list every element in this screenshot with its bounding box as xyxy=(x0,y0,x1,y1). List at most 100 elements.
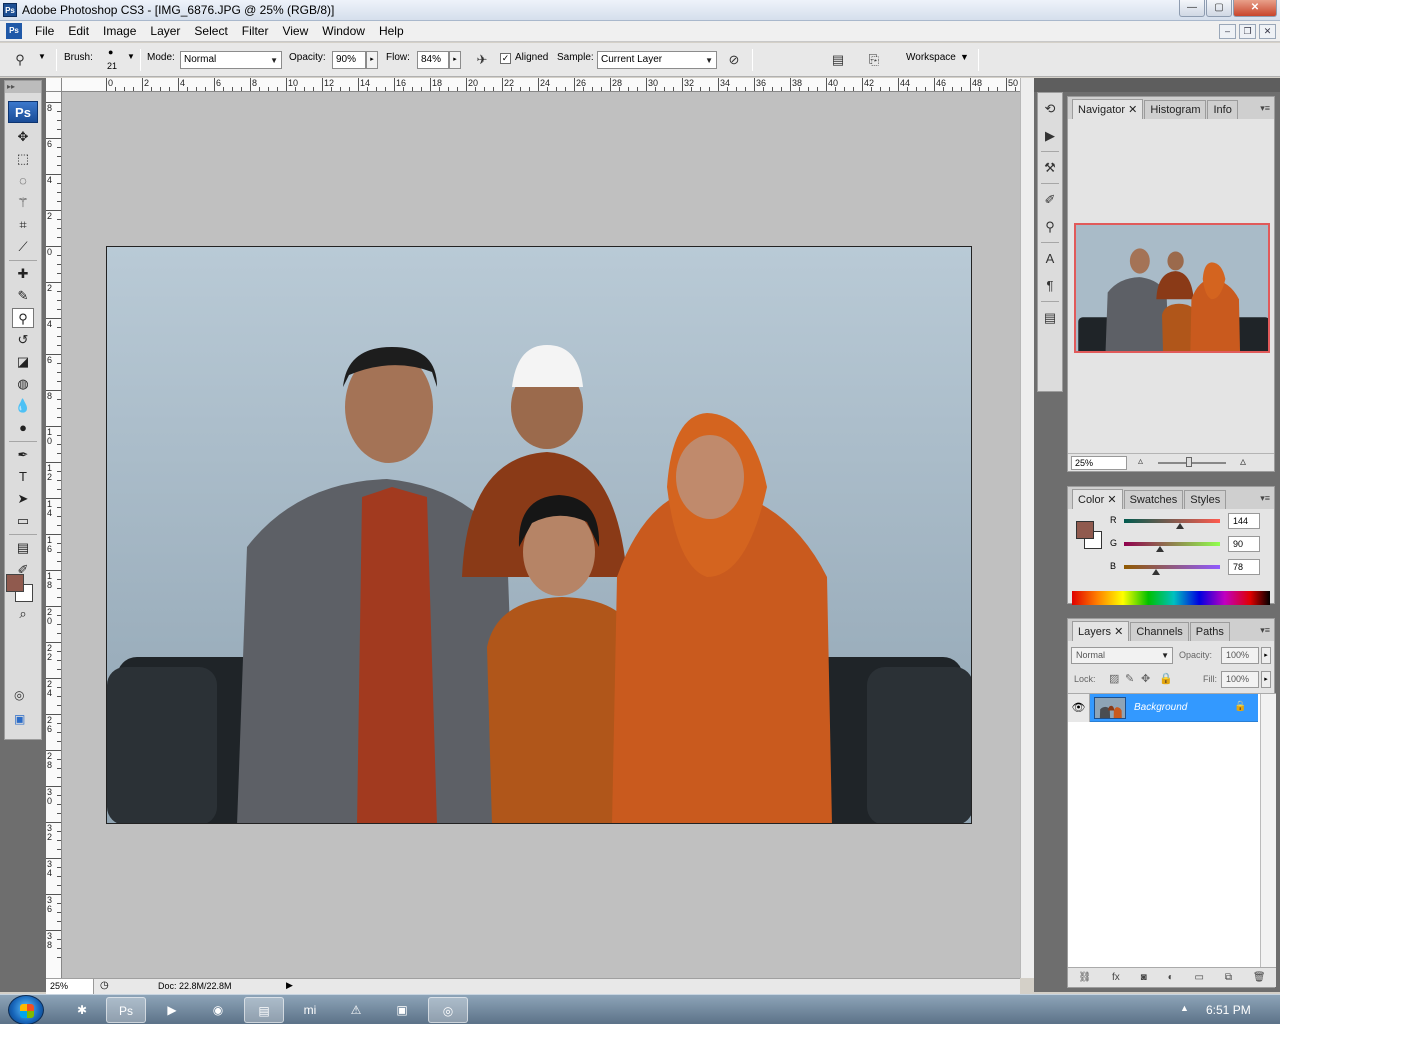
type-tool-icon[interactable]: T xyxy=(12,467,34,487)
tab-layers[interactable]: Layers ✕ xyxy=(1072,621,1130,641)
crop-tool-icon[interactable]: ⌗ xyxy=(12,215,34,235)
opacity-slider-button[interactable]: ▸ xyxy=(366,51,378,69)
link-layers-icon[interactable]: ⛓ xyxy=(1078,972,1091,983)
menu-edit[interactable]: Edit xyxy=(61,21,96,41)
character-icon[interactable]: A xyxy=(1040,248,1060,270)
menu-select[interactable]: Select xyxy=(187,21,234,41)
brushes-icon[interactable]: ✐ xyxy=(1040,189,1060,211)
document-close-button[interactable]: ✕ xyxy=(1259,24,1276,39)
delete-layer-icon[interactable]: 🗑 xyxy=(1253,972,1266,983)
foreground-color-swatch[interactable] xyxy=(6,574,24,592)
visibility-eye-icon[interactable]: 👁 xyxy=(1068,694,1090,722)
lasso-tool-icon[interactable]: ◌ xyxy=(12,171,34,191)
layer-mask-icon[interactable]: ◙ xyxy=(1141,972,1147,983)
paragraph-icon[interactable]: ¶ xyxy=(1040,275,1060,297)
menu-filter[interactable]: Filter xyxy=(235,21,276,41)
maximize-button[interactable]: ▢ xyxy=(1206,0,1232,17)
horizontal-ruler[interactable]: 0 2 4 6 8 10 12 14 16 18 20 22 24 26 28 30 32 34 36 38 40 42 4… xyxy=(62,78,1020,92)
zoom-out-icon[interactable]: ▵ xyxy=(1138,456,1143,467)
slice-tool-icon[interactable]: ⟋ xyxy=(12,237,34,257)
file-explorer-icon[interactable]: ▤ xyxy=(244,997,284,1023)
color-panel-foreground-swatch[interactable] xyxy=(1076,521,1094,539)
mi-app-icon[interactable]: mi xyxy=(290,997,330,1023)
mode-select[interactable]: Normal ▼ xyxy=(180,51,282,69)
document-minimize-button[interactable]: – xyxy=(1219,24,1236,39)
screen-capture-icon[interactable]: ▣ xyxy=(382,997,422,1023)
green-slider[interactable] xyxy=(1124,542,1220,546)
brush-dot-icon[interactable]: ● xyxy=(108,47,113,57)
zoom-in-icon[interactable]: ▵ xyxy=(1240,454,1246,468)
marquee-tool-icon[interactable]: ⬚ xyxy=(12,149,34,169)
canvas-area[interactable] xyxy=(62,92,1020,978)
tab-histogram[interactable]: Histogram xyxy=(1144,100,1207,119)
bluetooth-icon[interactable]: ✱ xyxy=(62,997,102,1023)
tab-swatches[interactable]: Swatches xyxy=(1123,490,1184,509)
menu-window[interactable]: Window xyxy=(315,21,372,41)
paint-bucket-tool-icon[interactable]: ◍ xyxy=(12,374,34,394)
pen-tool-icon[interactable]: ✒ xyxy=(12,445,34,465)
screen-mode-icon[interactable]: ▣ xyxy=(14,712,25,726)
status-menu-arrow-icon[interactable]: ▶ xyxy=(286,980,293,991)
layer-opacity-slider-button[interactable]: ▸ xyxy=(1261,647,1271,664)
tab-color[interactable]: Color ✕ xyxy=(1072,489,1123,509)
blur-tool-icon[interactable]: 💧 xyxy=(12,396,34,416)
navigator-zoom-slider[interactable] xyxy=(1158,462,1226,464)
lock-position-icon[interactable]: ✥ xyxy=(1141,672,1150,685)
new-group-icon[interactable]: ▭ xyxy=(1195,972,1204,983)
status-info-icon[interactable]: ◷ xyxy=(100,980,109,991)
eraser-tool-icon[interactable]: ◪ xyxy=(12,352,34,372)
clock[interactable]: 6:51 PM xyxy=(1206,1003,1251,1017)
ruler-origin[interactable] xyxy=(46,78,62,92)
status-zoom-input[interactable]: 25% xyxy=(46,979,94,994)
workspace-button[interactable]: Workspace xyxy=(906,52,956,63)
navigator-zoom-handle[interactable] xyxy=(1186,457,1192,467)
start-button[interactable] xyxy=(8,995,44,1024)
move-tool-icon[interactable]: ✥ xyxy=(12,127,34,147)
lock-all-icon[interactable]: 🔒 xyxy=(1159,672,1173,685)
tab-channels[interactable]: Channels xyxy=(1130,622,1189,641)
clone-source-icon[interactable]: ⚲ xyxy=(1040,216,1060,238)
history-icon[interactable]: ⟲ xyxy=(1040,98,1060,120)
menu-help[interactable]: Help xyxy=(372,21,411,41)
zoom-tool-icon[interactable]: ⌕ xyxy=(12,604,34,624)
path-selection-tool-icon[interactable]: ➤ xyxy=(12,489,34,509)
vertical-ruler[interactable]: 8 6 4 2 0 2 4 6 8 10 12 14 16 18 20 22 24 26 28 30 32 34 36 38 xyxy=(46,92,62,978)
layer-row-background[interactable]: 👁 Background 🔒 xyxy=(1068,694,1258,722)
clone-stamp-tool-icon[interactable]: ⚲ xyxy=(12,308,34,328)
document-restore-button[interactable]: ❐ xyxy=(1239,24,1256,39)
menu-view[interactable]: View xyxy=(275,21,315,41)
menu-layer[interactable]: Layer xyxy=(143,21,187,41)
fill-slider-button[interactable]: ▸ xyxy=(1261,671,1271,688)
actions-icon[interactable]: ▶ xyxy=(1040,125,1060,147)
green-value-input[interactable]: 90 xyxy=(1228,536,1260,552)
media-player-icon[interactable]: ▶ xyxy=(152,997,192,1023)
menu-image[interactable]: Image xyxy=(96,21,143,41)
brush-tool-icon[interactable]: ✎ xyxy=(12,286,34,306)
tab-paths[interactable]: Paths xyxy=(1189,622,1230,641)
palette-well-icon[interactable]: ▤ xyxy=(828,51,848,69)
minimize-button[interactable]: — xyxy=(1179,0,1205,17)
tab-styles[interactable]: Styles xyxy=(1184,490,1227,509)
magic-wand-tool-icon[interactable]: ⚚ xyxy=(12,193,34,213)
panel-menu-icon[interactable]: ▾≡ xyxy=(1260,625,1270,636)
layer-list-scrollbar[interactable] xyxy=(1260,694,1276,974)
shape-tool-icon[interactable]: ▭ xyxy=(12,511,34,531)
blue-value-input[interactable]: 78 xyxy=(1228,559,1260,575)
layer-opacity-input[interactable]: 100% xyxy=(1221,647,1259,664)
new-layer-icon[interactable]: ⧉ xyxy=(1225,972,1232,983)
menu-file[interactable]: File xyxy=(28,21,61,41)
document-icon[interactable]: Ps xyxy=(6,23,22,39)
adjustment-layer-icon[interactable]: ◐ xyxy=(1168,972,1174,983)
brush-picker-arrow-icon[interactable]: ▼ xyxy=(127,52,135,61)
panel-menu-icon[interactable]: ▾≡ xyxy=(1260,493,1270,504)
fill-input[interactable]: 100% xyxy=(1221,671,1259,688)
tray-expand-icon[interactable]: ▲ xyxy=(1180,1003,1189,1013)
red-slider[interactable] xyxy=(1124,519,1220,523)
opacity-input[interactable]: 90% xyxy=(332,51,366,69)
sample-select[interactable]: Current Layer ▼ xyxy=(597,51,717,69)
blend-mode-select[interactable]: Normal ▼ xyxy=(1071,647,1173,664)
camera-app-icon[interactable]: ◉ xyxy=(198,997,238,1023)
lock-transparency-icon[interactable]: ▨ xyxy=(1109,672,1119,685)
red-slider-handle[interactable] xyxy=(1176,523,1184,529)
notes-tool-icon[interactable]: ▤ xyxy=(12,538,34,558)
